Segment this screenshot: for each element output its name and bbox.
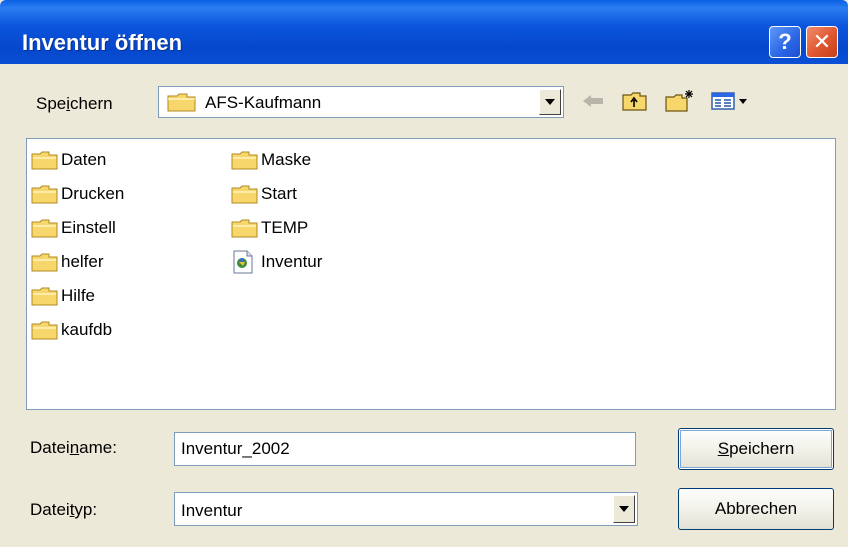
cancel-button[interactable]: Abbrechen [678,488,834,530]
file-name: Maske [261,150,312,169]
view-menu-button[interactable] [710,88,754,114]
file-name: Einstell [61,218,116,237]
folder-up-icon [622,92,647,111]
file-name: Inventur [261,252,323,271]
list-item[interactable]: Daten [31,149,106,171]
folder-icon [31,285,61,307]
filetype-label-pre: Datei [30,500,70,519]
list-item[interactable]: Start [231,183,297,205]
help-icon: ? [778,29,792,54]
back-button[interactable] [578,88,608,114]
filename-label-pre: Datei [30,438,70,457]
list-item[interactable]: Maske [231,149,311,171]
file-name: kaufdb [61,320,113,339]
title-bar[interactable]: Inventur öffnen ? ✕ [0,0,848,64]
folder-icon [231,217,261,239]
filename-label-post: ame: [79,438,117,457]
file-name: helfer [61,252,104,271]
filename-label: Dateiname: [30,438,117,458]
folder-icon [167,92,197,117]
file-name: Drucken [61,184,125,203]
lookin-label-pre: Spe [36,94,67,113]
view-menu-icon [711,92,747,110]
close-icon: ✕ [812,29,832,54]
filetype-label: Dateityp: [30,500,97,520]
lookin-dropdown-button[interactable] [539,89,561,115]
list-item[interactable]: Hilfe [31,285,95,307]
lookin-combo[interactable]: AFS-Kaufmann [158,86,564,118]
filename-field[interactable]: Inventur_2002 [174,432,636,466]
filename-label-accel: n [69,438,80,457]
cancel-button-label: Abbrechen [714,499,798,518]
new-folder-button[interactable] [664,88,696,114]
lookin-label: Speichern [36,94,113,114]
filetype-combo[interactable]: Inventur [174,492,638,526]
filetype-label-post: yp: [74,500,98,519]
file-name: TEMP [261,218,309,237]
window-title: Inventur öffnen [22,30,183,55]
folder-icon [231,149,261,171]
file-name: Daten [61,150,107,169]
lookin-label-post: chern [70,94,113,113]
folder-icon [31,183,61,205]
new-folder-icon [665,90,693,112]
folder-icon [231,183,261,205]
list-item[interactable]: Drucken [31,183,124,205]
file-name: Hilfe [61,286,96,305]
file-list[interactable]: Daten Drucken Einstell helfer Hilfe kauf… [26,138,836,410]
save-button-label: peichern [729,439,795,458]
file-name: Start [261,184,297,203]
lookin-value: AFS-Kaufmann [205,93,322,112]
save-button[interactable]: Speichern [678,428,834,470]
chevron-down-icon [545,99,555,105]
document-file-icon [231,250,261,274]
filetype-value: Inventur [181,501,243,520]
open-dialog: Inventur öffnen ? ✕ Speichern AFS-Kaufma… [0,0,848,547]
filetype-dropdown-button[interactable] [613,495,635,523]
filename-value: Inventur_2002 [181,439,290,458]
list-item[interactable]: helfer [31,251,104,273]
list-item[interactable]: kaufdb [31,319,112,341]
folder-icon [31,217,61,239]
list-item[interactable]: TEMP [231,217,308,239]
folder-icon [31,319,61,341]
save-button-accel: S [717,439,730,458]
back-arrow-icon [583,95,603,107]
chevron-down-icon [619,506,629,512]
help-button[interactable]: ? [769,26,801,58]
folder-icon [31,251,61,273]
folder-icon [31,149,61,171]
close-button[interactable]: ✕ [806,26,838,58]
list-item[interactable]: Inventur [231,250,323,274]
list-item[interactable]: Einstell [31,217,116,239]
up-folder-button[interactable] [620,88,650,114]
